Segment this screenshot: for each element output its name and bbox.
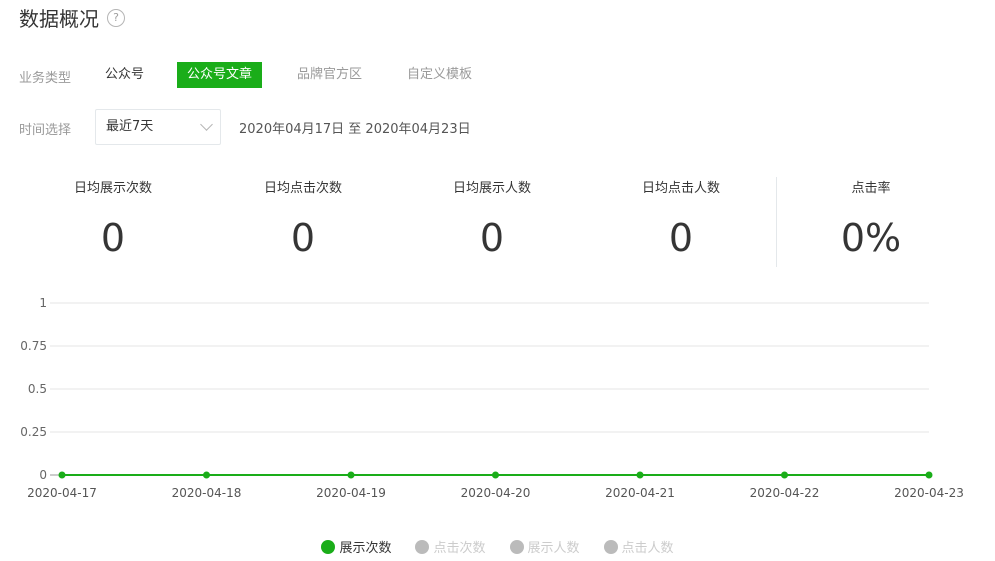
legend-item-impression-users[interactable]: 展示人数 [509,537,580,556]
legend-label: 展示次数 [339,541,392,556]
data-point [347,471,355,479]
legend-label: 点击次数 [433,541,486,556]
data-point [636,471,644,479]
legend-dot [509,539,524,554]
legend-item-impressions[interactable]: 展示次数 [321,537,391,556]
legend-item-clicks[interactable]: 点击次数 [415,537,486,556]
legend-label: 点击人数 [621,541,674,556]
x-tick-label: 2020-04-18 [172,486,242,500]
legend-dot [321,539,336,554]
x-tick-label: 2020-04-22 [750,486,820,500]
legend-dot [603,539,618,554]
x-tick-label: 2020-04-19 [316,486,386,500]
data-point [492,471,499,479]
x-tick-label: 2020-04-17 [27,486,97,500]
y-tick-label: 0 [39,468,47,482]
data-point [781,471,788,479]
legend-dot [415,539,430,554]
legend-label: 展示人数 [527,541,580,556]
y-tick-label: 0.5 [28,382,47,396]
legend-item-click-users[interactable]: 点击人数 [603,537,674,556]
chart-legend: 展示次数 点击次数 展示人数 点击人数 [0,537,995,556]
x-tick-label: 2020-04-21 [605,486,675,500]
y-tick-label: 0.25 [20,425,47,439]
y-tick-label: 0.75 [20,339,47,353]
data-point [203,471,210,479]
data-point [925,471,933,479]
x-tick-label: 2020-04-20 [461,486,531,500]
x-tick-label: 2020-04-23 [894,486,964,500]
data-point [58,471,66,479]
y-tick-label: 1 [39,296,47,310]
trend-line-chart: 0 0.25 0.5 0.75 1 2020-04-17 2020-04-18 2020-04… [20,296,964,500]
